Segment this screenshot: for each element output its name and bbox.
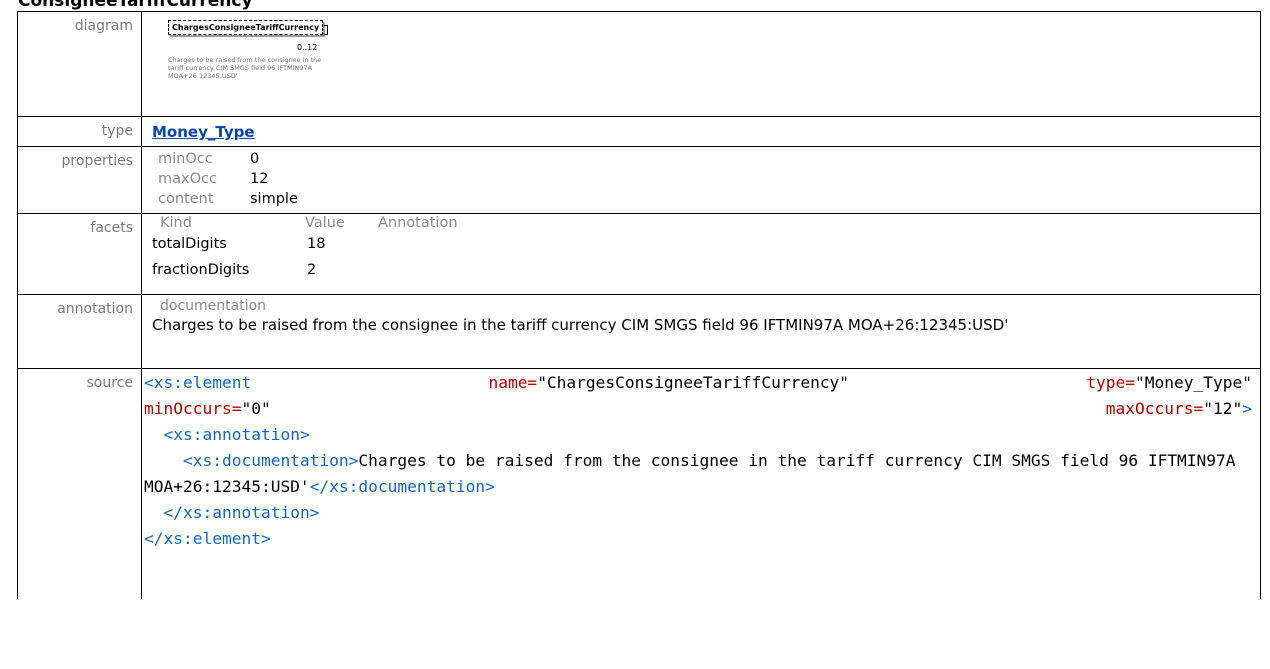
source-code: <xs:element name="ChargesConsigneeTariffC… [144,373,1252,548]
properties-row: properties minOcc 0 maxOcc 12 content si… [17,146,1261,214]
property-value: 0 [250,151,260,167]
facets-label: facets [17,213,142,295]
facet-value: 18 [307,236,326,252]
schema-diagram[interactable]: ChargesConsigneeTariffCurrency 0..12 Cha… [152,14,329,116]
property-value: 12 [250,171,269,187]
facet-annotation [380,260,1252,280]
page-title: ConsigneeTariffCurrency [18,0,253,11]
properties-cell: minOcc 0 maxOcc 12 content simple [141,146,1261,214]
property-key: maxOcc [158,171,217,187]
diagram-element-box[interactable]: ChargesConsigneeTariffCurrency [168,20,329,35]
facets-header-annotation: Annotation [378,215,458,231]
element-doc-table: diagram ChargesConsigneeTariffCurrency 0… [17,11,1261,599]
type-cell: Money_Type [141,116,1261,147]
annotation-row: annotation documentation Charges to be r… [17,294,1261,369]
facet-value: 2 [307,262,317,278]
annotation-cell: documentation Charges to be raised from … [141,294,1261,369]
annotation-label: annotation [17,294,142,369]
diagram-occurrence: 0..12 [297,43,318,52]
type-label: type [17,116,142,147]
diagram-cell: ChargesConsigneeTariffCurrency 0..12 Cha… [141,11,1261,117]
annotation-text: Charges to be raised from the consignee … [152,316,1009,334]
facets-row: facets Kind Value Annotation totalDigits… [17,213,1261,295]
property-key: content [158,191,214,207]
source-row: source <xs:element name="ChargesConsignee… [17,368,1261,599]
type-link[interactable]: Money_Type [152,123,255,141]
facets-table: Kind Value Annotation totalDigits 18 fra… [152,214,1252,284]
type-row: type Money_Type [17,116,1261,147]
diagram-row: diagram ChargesConsigneeTariffCurrency 0… [17,11,1261,117]
source-cell: <xs:element name="ChargesConsigneeTariffC… [141,368,1261,599]
facets-cell: Kind Value Annotation totalDigits 18 fra… [141,213,1261,295]
facets-header-kind: Kind [160,215,192,231]
annotation-heading: documentation [160,298,267,314]
property-key: minOcc [158,151,213,167]
diagram-documentation: Charges to be raised from the consignee … [168,56,322,80]
property-value: simple [250,191,298,207]
source-label: source [17,368,142,599]
facet-kind: totalDigits [152,236,227,252]
properties-list: minOcc 0 maxOcc 12 content simple [152,149,1252,209]
facet-kind: fractionDigits [152,262,250,278]
facets-header-value: Value [305,215,345,231]
facets-header: Kind Value Annotation [152,214,1252,232]
facet-row: totalDigits 18 [152,232,1252,258]
properties-label: properties [17,146,142,214]
facet-annotation [380,234,1252,254]
diagram-label: diagram [17,11,142,117]
facet-row: fractionDigits 2 [152,258,1252,284]
